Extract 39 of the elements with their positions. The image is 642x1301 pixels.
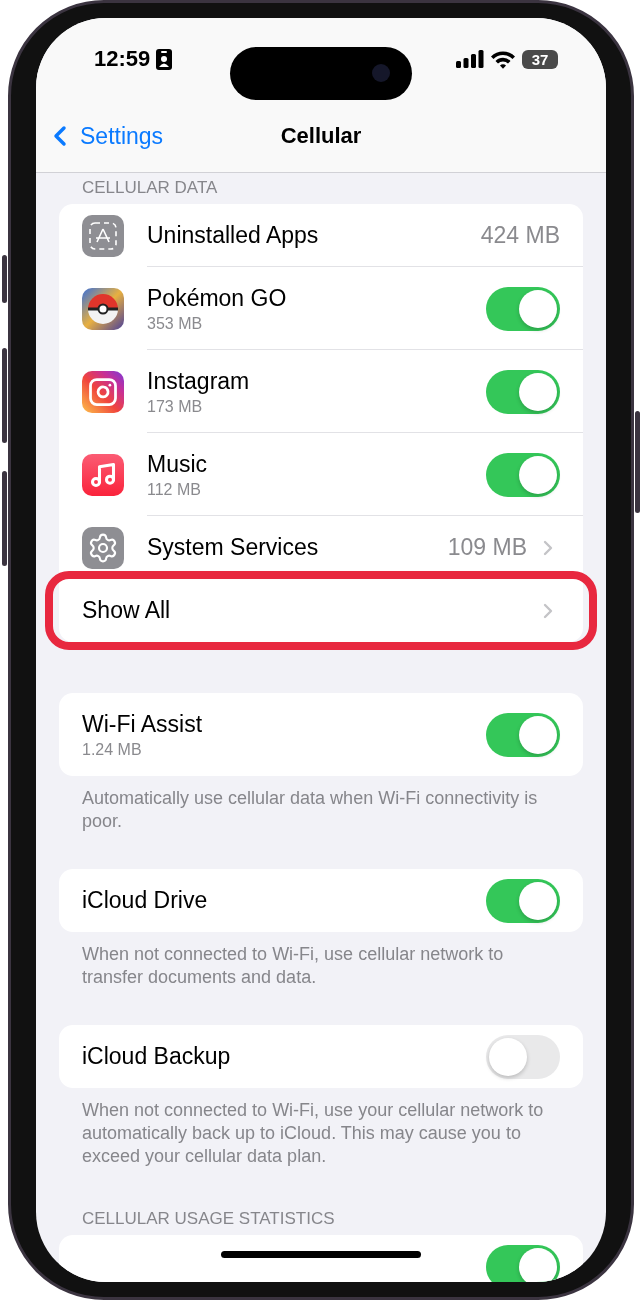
dashed-square-icon: [82, 214, 124, 257]
section-footer: Automatically use cellular data when Wi-Fi connectivity is poor.: [59, 776, 583, 833]
toggle-switch[interactable]: [486, 1244, 560, 1282]
camera-icon: [82, 370, 124, 413]
music-note-icon: [82, 453, 124, 496]
toggle-switch[interactable]: [486, 452, 560, 497]
pokeball-icon: [82, 287, 124, 330]
data-usage: 1.24 MB: [82, 740, 143, 759]
status-time: 12:59: [94, 46, 151, 72]
data-usage: 424 MB: [480, 222, 560, 249]
section-footer: When not connected to Wi-Fi, use cellular network to transfer documents and data.: [59, 932, 583, 989]
toggle-switch[interactable]: [486, 1034, 560, 1079]
data-usage: 353 MB: [147, 314, 204, 333]
signal-icon: [456, 50, 484, 68]
row-label: Pokémon GO: [147, 284, 288, 312]
wifi-icon: [490, 49, 516, 69]
back-button[interactable]: Settings: [36, 120, 164, 152]
screen-title: Cellular: [280, 123, 362, 149]
row-label: iCloud Drive: [82, 887, 209, 914]
row-label: Uninstalled Apps: [147, 222, 320, 249]
section-header: CELLULAR DATA: [81, 177, 219, 199]
data-usage: 112 MB: [147, 480, 202, 499]
row-label: Show All: [82, 597, 172, 624]
section-footer: When not connected to Wi-Fi, use your cellular network to automatically back up to iCloud. This may cause you to exceed your cellular data plan.: [59, 1088, 583, 1168]
toggle-switch[interactable]: [486, 878, 560, 923]
row-label: Wi-Fi Assist: [82, 710, 204, 738]
row-label: System Services: [147, 534, 320, 561]
contact-card-icon: [156, 48, 173, 70]
toggle-switch[interactable]: [486, 286, 560, 331]
gear-icon: [82, 526, 124, 569]
toggle-switch[interactable]: [486, 712, 560, 757]
data-usage: 109 MB: [447, 534, 527, 561]
row-label: Music: [147, 450, 209, 478]
row-label: iCloud Backup: [82, 1043, 232, 1070]
section-header: CELLULAR USAGE STATISTICS: [81, 1208, 336, 1230]
battery-percentage: 37: [531, 50, 549, 68]
toggle-switch[interactable]: [486, 369, 560, 414]
row-label: Instagram: [147, 367, 251, 395]
data-usage: 173 MB: [147, 397, 204, 416]
